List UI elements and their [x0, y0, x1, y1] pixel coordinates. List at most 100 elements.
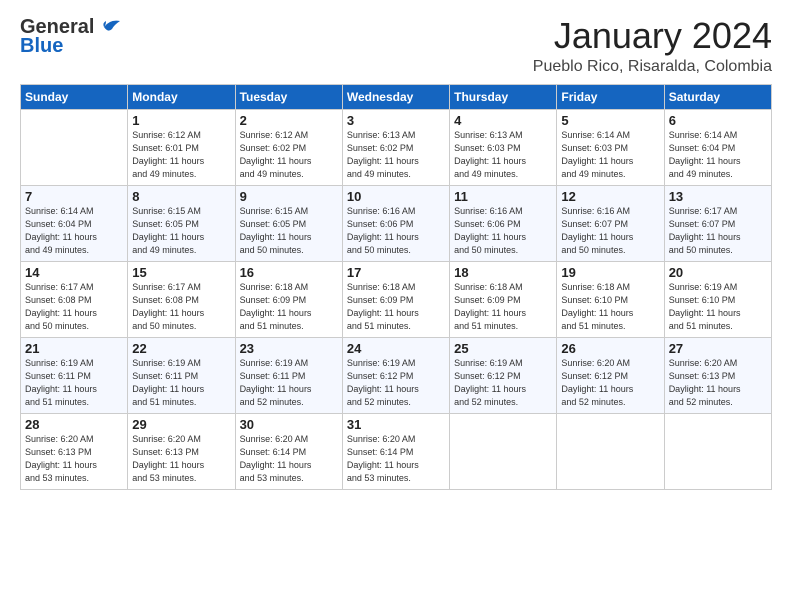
- calendar-cell: [450, 413, 557, 489]
- logo-bird-icon: [96, 17, 122, 35]
- day-info: Sunrise: 6:13 AMSunset: 6:03 PMDaylight:…: [454, 129, 552, 181]
- day-info: Sunrise: 6:16 AMSunset: 6:06 PMDaylight:…: [454, 205, 552, 257]
- header: General Blue January 2024 Pueblo Rico, R…: [20, 16, 772, 76]
- day-number: 17: [347, 265, 445, 280]
- calendar-cell: 14Sunrise: 6:17 AMSunset: 6:08 PMDayligh…: [21, 261, 128, 337]
- calendar-cell: 11Sunrise: 6:16 AMSunset: 6:06 PMDayligh…: [450, 185, 557, 261]
- calendar-cell: 10Sunrise: 6:16 AMSunset: 6:06 PMDayligh…: [342, 185, 449, 261]
- calendar-cell: 23Sunrise: 6:19 AMSunset: 6:11 PMDayligh…: [235, 337, 342, 413]
- day-info: Sunrise: 6:14 AMSunset: 6:04 PMDaylight:…: [25, 205, 123, 257]
- calendar-cell: 5Sunrise: 6:14 AMSunset: 6:03 PMDaylight…: [557, 109, 664, 185]
- day-number: 21: [25, 341, 123, 356]
- day-header-friday: Friday: [557, 84, 664, 109]
- day-number: 6: [669, 113, 767, 128]
- calendar-cell: 8Sunrise: 6:15 AMSunset: 6:05 PMDaylight…: [128, 185, 235, 261]
- calendar-cell: 21Sunrise: 6:19 AMSunset: 6:11 PMDayligh…: [21, 337, 128, 413]
- day-header-saturday: Saturday: [664, 84, 771, 109]
- day-number: 24: [347, 341, 445, 356]
- day-info: Sunrise: 6:20 AMSunset: 6:13 PMDaylight:…: [25, 433, 123, 485]
- day-number: 29: [132, 417, 230, 432]
- day-number: 2: [240, 113, 338, 128]
- day-header-thursday: Thursday: [450, 84, 557, 109]
- calendar-cell: 18Sunrise: 6:18 AMSunset: 6:09 PMDayligh…: [450, 261, 557, 337]
- day-number: 20: [669, 265, 767, 280]
- day-info: Sunrise: 6:18 AMSunset: 6:09 PMDaylight:…: [454, 281, 552, 333]
- day-info: Sunrise: 6:18 AMSunset: 6:09 PMDaylight:…: [240, 281, 338, 333]
- day-info: Sunrise: 6:18 AMSunset: 6:09 PMDaylight:…: [347, 281, 445, 333]
- day-info: Sunrise: 6:20 AMSunset: 6:14 PMDaylight:…: [240, 433, 338, 485]
- page: General Blue January 2024 Pueblo Rico, R…: [0, 0, 792, 500]
- day-number: 22: [132, 341, 230, 356]
- calendar-cell: 28Sunrise: 6:20 AMSunset: 6:13 PMDayligh…: [21, 413, 128, 489]
- day-info: Sunrise: 6:14 AMSunset: 6:04 PMDaylight:…: [669, 129, 767, 181]
- calendar-cell: 6Sunrise: 6:14 AMSunset: 6:04 PMDaylight…: [664, 109, 771, 185]
- day-info: Sunrise: 6:15 AMSunset: 6:05 PMDaylight:…: [132, 205, 230, 257]
- day-number: 31: [347, 417, 445, 432]
- calendar-cell: 29Sunrise: 6:20 AMSunset: 6:13 PMDayligh…: [128, 413, 235, 489]
- calendar-table: SundayMondayTuesdayWednesdayThursdayFrid…: [20, 84, 772, 490]
- day-number: 9: [240, 189, 338, 204]
- day-number: 12: [561, 189, 659, 204]
- calendar-cell: 9Sunrise: 6:15 AMSunset: 6:05 PMDaylight…: [235, 185, 342, 261]
- calendar-cell: 19Sunrise: 6:18 AMSunset: 6:10 PMDayligh…: [557, 261, 664, 337]
- calendar-cell: 27Sunrise: 6:20 AMSunset: 6:13 PMDayligh…: [664, 337, 771, 413]
- calendar-cell: 12Sunrise: 6:16 AMSunset: 6:07 PMDayligh…: [557, 185, 664, 261]
- day-info: Sunrise: 6:13 AMSunset: 6:02 PMDaylight:…: [347, 129, 445, 181]
- day-number: 26: [561, 341, 659, 356]
- day-header-wednesday: Wednesday: [342, 84, 449, 109]
- day-number: 25: [454, 341, 552, 356]
- day-number: 8: [132, 189, 230, 204]
- calendar-cell: 3Sunrise: 6:13 AMSunset: 6:02 PMDaylight…: [342, 109, 449, 185]
- calendar-cell: 30Sunrise: 6:20 AMSunset: 6:14 PMDayligh…: [235, 413, 342, 489]
- day-info: Sunrise: 6:19 AMSunset: 6:12 PMDaylight:…: [454, 357, 552, 409]
- calendar-cell: 17Sunrise: 6:18 AMSunset: 6:09 PMDayligh…: [342, 261, 449, 337]
- calendar-cell: [557, 413, 664, 489]
- day-info: Sunrise: 6:19 AMSunset: 6:10 PMDaylight:…: [669, 281, 767, 333]
- calendar-cell: 16Sunrise: 6:18 AMSunset: 6:09 PMDayligh…: [235, 261, 342, 337]
- day-number: 7: [25, 189, 123, 204]
- day-info: Sunrise: 6:20 AMSunset: 6:13 PMDaylight:…: [669, 357, 767, 409]
- day-info: Sunrise: 6:16 AMSunset: 6:07 PMDaylight:…: [561, 205, 659, 257]
- day-number: 11: [454, 189, 552, 204]
- logo-blue-text: Blue: [20, 35, 63, 58]
- week-row-2: 7Sunrise: 6:14 AMSunset: 6:04 PMDaylight…: [21, 185, 772, 261]
- calendar-cell: 4Sunrise: 6:13 AMSunset: 6:03 PMDaylight…: [450, 109, 557, 185]
- day-info: Sunrise: 6:14 AMSunset: 6:03 PMDaylight:…: [561, 129, 659, 181]
- day-info: Sunrise: 6:20 AMSunset: 6:13 PMDaylight:…: [132, 433, 230, 485]
- day-info: Sunrise: 6:12 AMSunset: 6:01 PMDaylight:…: [132, 129, 230, 181]
- day-info: Sunrise: 6:19 AMSunset: 6:11 PMDaylight:…: [25, 357, 123, 409]
- day-number: 16: [240, 265, 338, 280]
- calendar-cell: 2Sunrise: 6:12 AMSunset: 6:02 PMDaylight…: [235, 109, 342, 185]
- calendar-cell: 26Sunrise: 6:20 AMSunset: 6:12 PMDayligh…: [557, 337, 664, 413]
- day-number: 15: [132, 265, 230, 280]
- day-header-tuesday: Tuesday: [235, 84, 342, 109]
- week-row-5: 28Sunrise: 6:20 AMSunset: 6:13 PMDayligh…: [21, 413, 772, 489]
- day-info: Sunrise: 6:12 AMSunset: 6:02 PMDaylight:…: [240, 129, 338, 181]
- calendar-cell: 15Sunrise: 6:17 AMSunset: 6:08 PMDayligh…: [128, 261, 235, 337]
- calendar-cell: [664, 413, 771, 489]
- day-header-sunday: Sunday: [21, 84, 128, 109]
- day-number: 18: [454, 265, 552, 280]
- calendar-cell: 22Sunrise: 6:19 AMSunset: 6:11 PMDayligh…: [128, 337, 235, 413]
- day-number: 28: [25, 417, 123, 432]
- day-number: 27: [669, 341, 767, 356]
- days-header-row: SundayMondayTuesdayWednesdayThursdayFrid…: [21, 84, 772, 109]
- logo: General Blue: [20, 16, 122, 58]
- calendar-cell: 13Sunrise: 6:17 AMSunset: 6:07 PMDayligh…: [664, 185, 771, 261]
- day-info: Sunrise: 6:17 AMSunset: 6:07 PMDaylight:…: [669, 205, 767, 257]
- calendar-cell: 24Sunrise: 6:19 AMSunset: 6:12 PMDayligh…: [342, 337, 449, 413]
- day-number: 19: [561, 265, 659, 280]
- day-number: 14: [25, 265, 123, 280]
- day-number: 10: [347, 189, 445, 204]
- day-number: 23: [240, 341, 338, 356]
- day-header-monday: Monday: [128, 84, 235, 109]
- day-number: 1: [132, 113, 230, 128]
- calendar-cell: 1Sunrise: 6:12 AMSunset: 6:01 PMDaylight…: [128, 109, 235, 185]
- day-info: Sunrise: 6:19 AMSunset: 6:11 PMDaylight:…: [240, 357, 338, 409]
- day-info: Sunrise: 6:19 AMSunset: 6:12 PMDaylight:…: [347, 357, 445, 409]
- calendar-cell: 31Sunrise: 6:20 AMSunset: 6:14 PMDayligh…: [342, 413, 449, 489]
- day-number: 5: [561, 113, 659, 128]
- week-row-4: 21Sunrise: 6:19 AMSunset: 6:11 PMDayligh…: [21, 337, 772, 413]
- day-number: 30: [240, 417, 338, 432]
- day-info: Sunrise: 6:17 AMSunset: 6:08 PMDaylight:…: [25, 281, 123, 333]
